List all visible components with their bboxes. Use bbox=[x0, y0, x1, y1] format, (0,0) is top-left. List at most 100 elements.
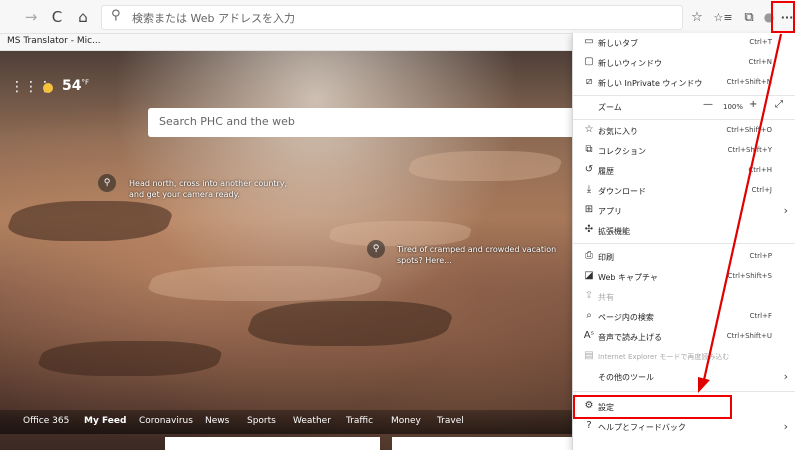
menu-find-on-page[interactable]: ⌕ ページ内の検索 Ctrl+F bbox=[573, 307, 795, 327]
web-capture-icon: ◪ bbox=[584, 270, 594, 281]
hotspot-icon[interactable]: ⚲ bbox=[98, 174, 116, 192]
menu-label: 新しいタブ bbox=[598, 39, 638, 48]
refresh-icon[interactable]: C bbox=[46, 6, 68, 28]
menu-collections[interactable]: ⧉ コレクション Ctrl+Shift+Y bbox=[573, 141, 795, 161]
menu-label: 新しいウィンドウ bbox=[598, 59, 662, 68]
tab-travel[interactable]: Travel bbox=[437, 416, 464, 426]
menu-shortcut: Ctrl+Shift+O bbox=[726, 126, 772, 134]
settings-and-more-menu: ▭ 新しいタブ Ctrl+T ▢ 新しいウィンドウ Ctrl+N ⧄ 新しい I… bbox=[572, 33, 795, 450]
background-rock bbox=[325, 221, 475, 246]
menu-apps[interactable]: ⊞ アプリ › bbox=[573, 201, 795, 221]
new-tab-page: ⋮⋮⋮ 54°F Search PHC and the web ⚲ Head n… bbox=[0, 51, 575, 450]
chevron-right-icon: › bbox=[783, 204, 788, 217]
menu-read-aloud[interactable]: Aˢ 音声で読み上げる Ctrl+Shift+U bbox=[573, 327, 795, 347]
tab-traffic[interactable]: Traffic bbox=[346, 416, 373, 426]
menu-extensions[interactable]: ✣ 拡張機能 bbox=[573, 221, 795, 241]
menu-label: 拡張機能 bbox=[598, 227, 630, 236]
zoom-in-button[interactable]: + bbox=[749, 99, 757, 110]
hotspot-caption[interactable]: Tired of cramped and crowded vacation sp… bbox=[397, 244, 562, 266]
menu-label: その他のツール bbox=[598, 373, 654, 382]
menu-history[interactable]: ↺ 履歴 Ctrl+H bbox=[573, 161, 795, 181]
address-bar[interactable]: ⚲ 検索または Web アドレスを入力 bbox=[101, 5, 683, 30]
tab-office-365[interactable]: Office 365 bbox=[23, 416, 69, 426]
menu-label: 共有 bbox=[598, 293, 614, 302]
back-icon[interactable]: → bbox=[20, 6, 42, 28]
menu-label: 音声で読み上げる bbox=[598, 333, 662, 342]
zoom-level: 100% bbox=[723, 103, 744, 111]
tab-my-feed[interactable]: My Feed bbox=[84, 416, 126, 426]
background-rock bbox=[2, 201, 178, 241]
ie-mode-icon: ▤ bbox=[584, 350, 594, 361]
find-icon: ⌕ bbox=[586, 310, 592, 321]
share-icon: ⇪ bbox=[584, 290, 594, 301]
menu-shortcut: Ctrl+Shift+N bbox=[726, 78, 772, 86]
menu-label: アプリ bbox=[598, 207, 622, 216]
temperature-value: 54 bbox=[62, 78, 82, 94]
weather-sun-icon bbox=[43, 83, 53, 93]
menu-web-capture[interactable]: ◪ Web キャプチャ Ctrl+Shift+S bbox=[573, 267, 795, 287]
menu-label: ページ内の検索 bbox=[598, 313, 654, 322]
read-aloud-icon: Aˢ bbox=[583, 330, 595, 341]
hotspot-caption[interactable]: Head north, cross into another country, … bbox=[129, 178, 294, 200]
background-rock bbox=[241, 301, 459, 346]
menu-label: コレクション bbox=[598, 147, 646, 156]
tab-weather[interactable]: Weather bbox=[293, 416, 331, 426]
hotspot-icon[interactable]: ⚲ bbox=[367, 240, 385, 258]
menu-shortcut: Ctrl+N bbox=[748, 58, 772, 66]
extensions-icon: ✣ bbox=[584, 224, 594, 235]
zoom-out-button[interactable]: — bbox=[703, 99, 713, 110]
tab-money[interactable]: Money bbox=[391, 416, 421, 426]
menu-more-tools[interactable]: その他のツール › bbox=[573, 367, 795, 387]
search-placeholder: Search PHC and the web bbox=[159, 115, 295, 128]
favorite-item[interactable]: MS Translator - Mic... bbox=[7, 36, 101, 46]
menu-help-feedback[interactable]: ? ヘルプとフィードバック › bbox=[573, 417, 795, 437]
chevron-right-icon: › bbox=[783, 420, 788, 433]
menu-shortcut: Ctrl+Shift+Y bbox=[727, 146, 772, 154]
menu-shortcut: Ctrl+P bbox=[749, 252, 772, 260]
menu-label: Web キャプチャ bbox=[598, 273, 658, 282]
download-icon: ⤓ bbox=[586, 184, 592, 195]
address-placeholder: 検索または Web アドレスを入力 bbox=[132, 12, 295, 25]
menu-label: ヘルプとフィードバック bbox=[598, 423, 686, 432]
add-favorite-icon[interactable]: ☆ bbox=[686, 6, 708, 28]
feed-tabs: Office 365 My Feed Coronavirus News Spor… bbox=[0, 410, 575, 434]
menu-new-window[interactable]: ▢ 新しいウィンドウ Ctrl+N bbox=[573, 53, 795, 73]
tab-news[interactable]: News bbox=[205, 416, 229, 426]
menu-favorites[interactable]: ☆ お気に入り Ctrl+Shift+O bbox=[573, 121, 795, 141]
favorites-icon[interactable]: ☆≡ bbox=[712, 6, 734, 28]
menu-shortcut: Ctrl+Shift+S bbox=[727, 272, 772, 280]
menu-shortcut: Ctrl+F bbox=[749, 312, 772, 320]
menu-downloads[interactable]: ⤓ ダウンロード Ctrl+J bbox=[573, 181, 795, 201]
print-icon: ⎙ bbox=[585, 250, 593, 261]
menu-divider bbox=[573, 243, 795, 244]
search-icon: ⚲ bbox=[111, 8, 121, 23]
new-window-icon: ▢ bbox=[584, 56, 594, 67]
home-icon[interactable]: ⌂ bbox=[72, 6, 94, 28]
menu-label: お気に入り bbox=[598, 127, 638, 136]
menu-divider bbox=[573, 119, 795, 120]
apps-icon: ⊞ bbox=[584, 204, 594, 215]
menu-print[interactable]: ⎙ 印刷 Ctrl+P bbox=[573, 247, 795, 267]
collections-icon[interactable]: ⧉ bbox=[738, 6, 760, 28]
collections-icon: ⧉ bbox=[585, 144, 593, 155]
menu-label: 印刷 bbox=[598, 253, 614, 262]
tab-sports[interactable]: Sports bbox=[247, 416, 276, 426]
feed-card[interactable] bbox=[165, 437, 380, 450]
chevron-right-icon: › bbox=[783, 370, 788, 383]
menu-new-inprivate[interactable]: ⧄ 新しい InPrivate ウィンドウ Ctrl+Shift+N bbox=[573, 73, 795, 93]
menu-label: Internet Explorer モードで再度読み込む bbox=[598, 353, 730, 361]
new-tab-icon: ▭ bbox=[584, 36, 594, 47]
fullscreen-icon[interactable]: ⤢ bbox=[775, 99, 783, 110]
menu-shortcut: Ctrl+J bbox=[751, 186, 772, 194]
background-rock bbox=[143, 266, 387, 301]
inprivate-icon: ⧄ bbox=[585, 76, 593, 87]
web-search-input[interactable]: Search PHC and the web bbox=[148, 108, 575, 137]
menu-new-tab[interactable]: ▭ 新しいタブ Ctrl+T bbox=[573, 33, 795, 53]
background-rock bbox=[404, 151, 566, 181]
feed-card[interactable] bbox=[392, 437, 572, 450]
menu-label: ズーム bbox=[598, 103, 622, 112]
temperature[interactable]: 54°F bbox=[62, 78, 89, 94]
tab-coronavirus[interactable]: Coronavirus bbox=[139, 416, 193, 426]
menu-label: 新しい InPrivate ウィンドウ bbox=[598, 79, 703, 88]
help-icon: ? bbox=[586, 420, 592, 431]
